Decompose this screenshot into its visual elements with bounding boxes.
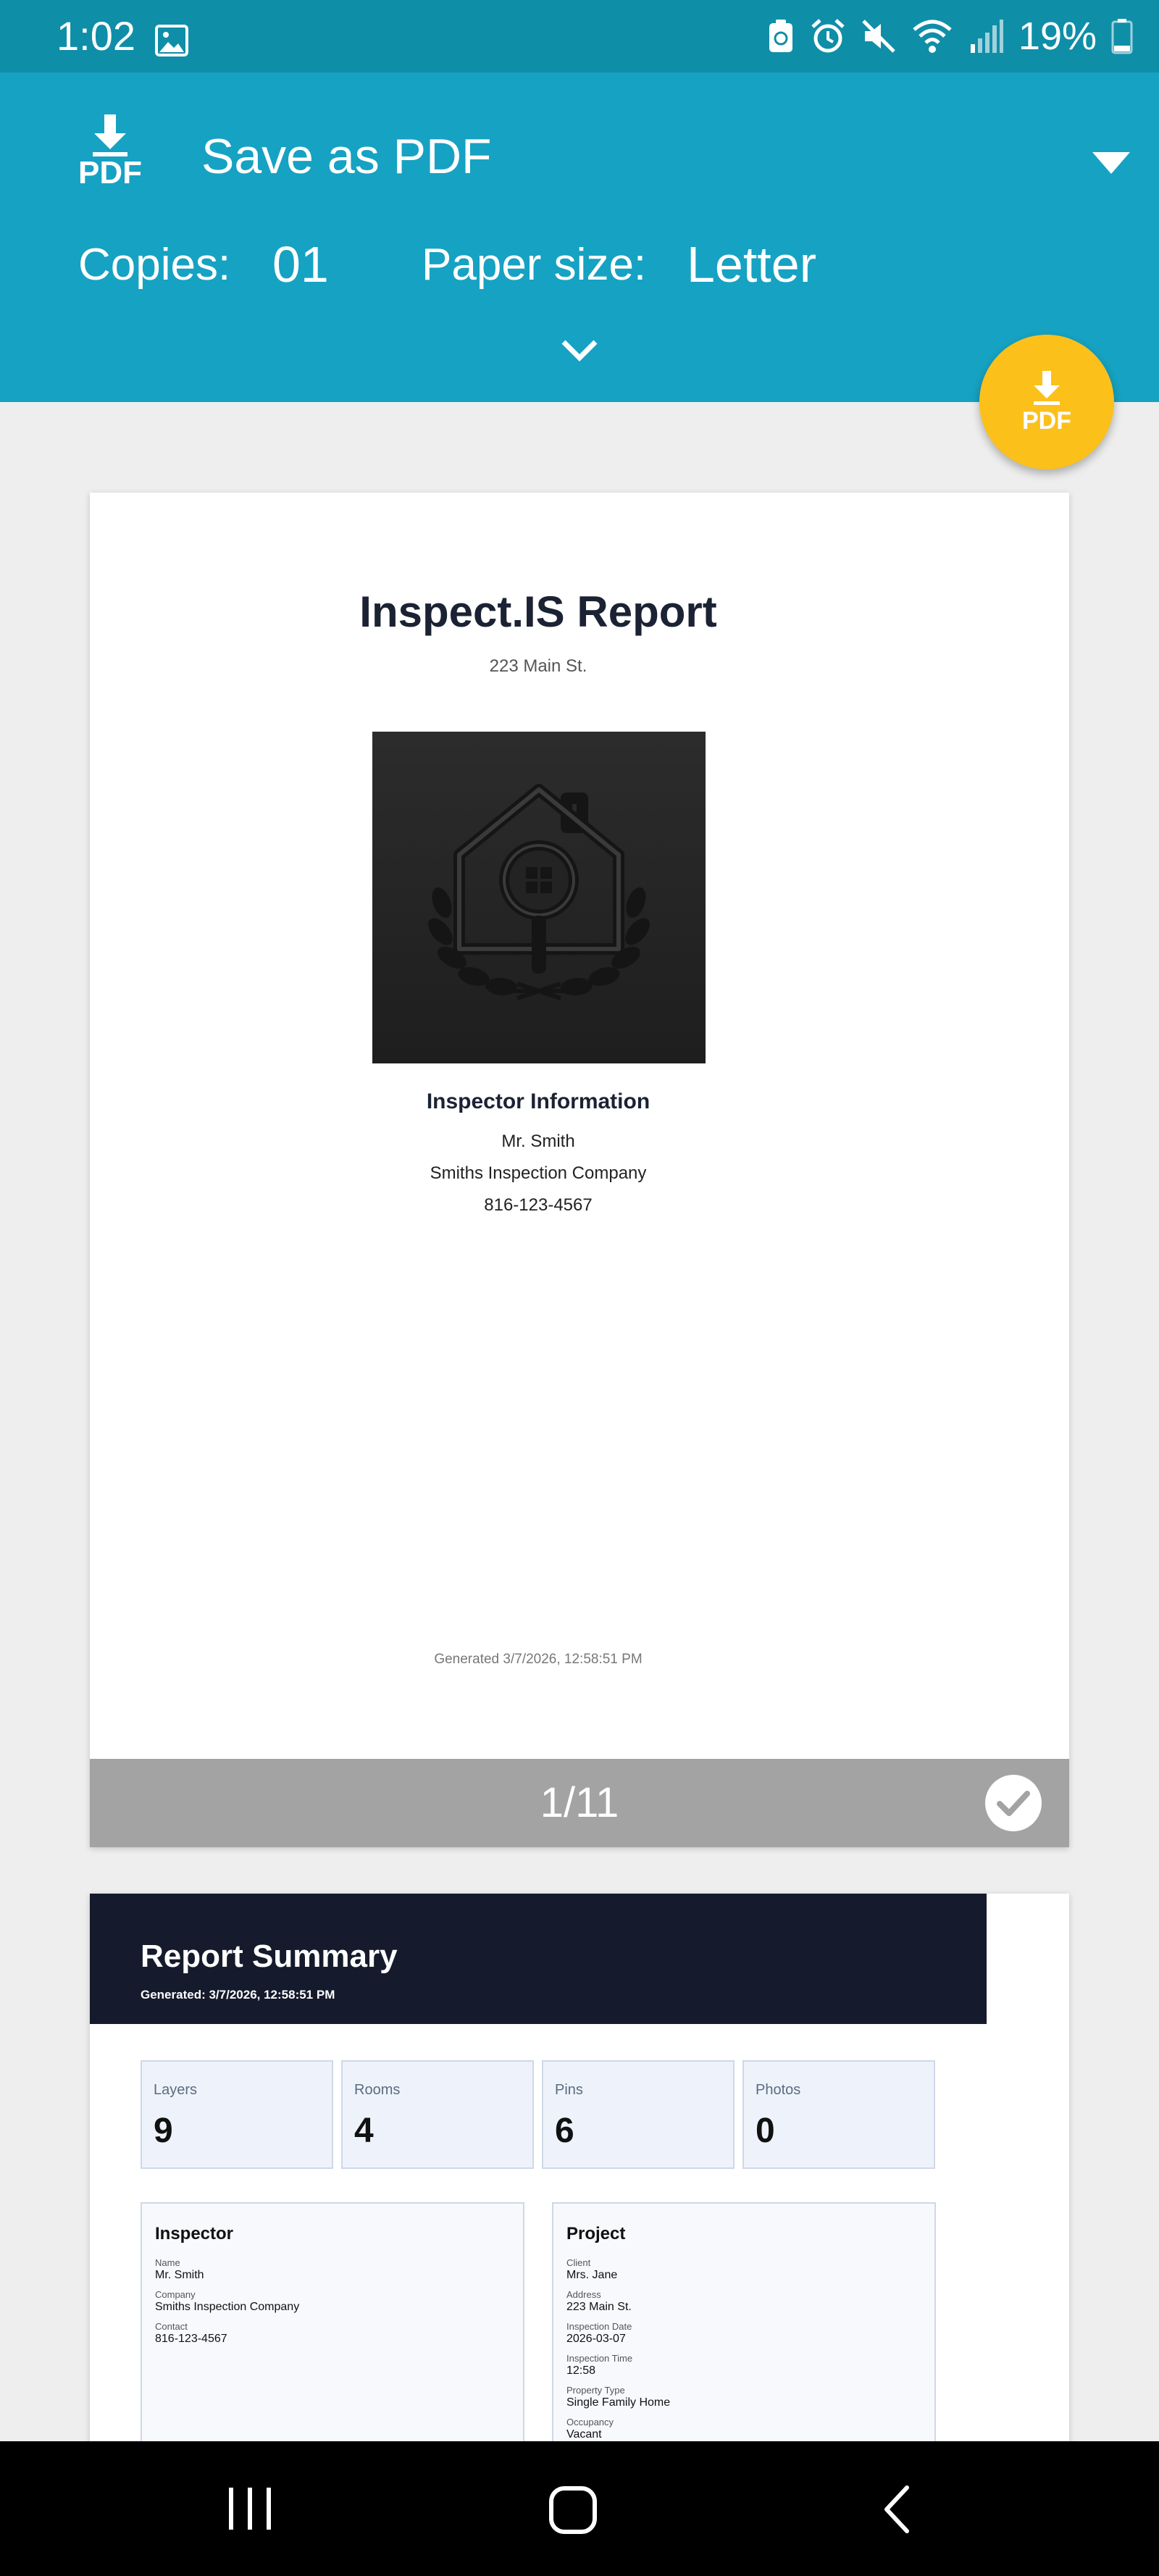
- inspector-name: Mr. Smith: [501, 1132, 575, 1151]
- pdf-logo-text: PDF: [78, 155, 142, 191]
- home-icon[interactable]: [548, 2485, 598, 2535]
- destination-selector[interactable]: Save as PDF: [201, 127, 492, 185]
- inspector-phone: 816-123-4567: [484, 1195, 593, 1215]
- stat-value: 6: [555, 2112, 574, 2150]
- stat-card-pins: Pins 6: [542, 2060, 735, 2169]
- stat-card-rooms: Rooms 4: [341, 2060, 534, 2169]
- field-label: Company: [155, 2289, 196, 2300]
- report-address: 223 Main St.: [489, 656, 587, 676]
- check-icon: [997, 1791, 1030, 1816]
- field-value: Mrs. Jane: [566, 2269, 618, 2281]
- back-icon[interactable]: [879, 2483, 916, 2535]
- image-notification-icon: [155, 25, 188, 57]
- paper-size-label: Paper size:: [422, 240, 647, 290]
- stat-value: 9: [154, 2112, 173, 2150]
- field-label: Property Type: [566, 2385, 625, 2396]
- paper-size-value[interactable]: Letter: [687, 236, 816, 293]
- field-label: Inspection Date: [566, 2321, 632, 2332]
- stat-label: Pins: [555, 2082, 583, 2098]
- pdf-download-logo: PDF: [72, 113, 148, 198]
- company-logo-image: [372, 732, 706, 1063]
- field-label: Contact: [155, 2321, 188, 2332]
- summary-title: Report Summary: [141, 1939, 398, 1974]
- page-indicator: 1/11: [540, 1779, 619, 1826]
- print-options-header: PDF Save as PDF Copies: 01 Paper size: L…: [0, 72, 1159, 402]
- alarm-icon: [811, 19, 845, 53]
- field-value: 223 Main St.: [566, 2301, 632, 2313]
- field-label: Name: [155, 2257, 180, 2268]
- status-icons: 19%: [766, 16, 1133, 57]
- inspector-info-heading: Inspector Information: [426, 1090, 650, 1113]
- field-value: Mr. Smith: [155, 2269, 204, 2281]
- mute-icon: [862, 20, 895, 53]
- report-title: Inspect.IS Report: [359, 587, 717, 636]
- page-preview-1[interactable]: Inspect.IS Report 223 Main St. Inspector…: [90, 493, 1069, 1847]
- copies-value[interactable]: 01: [272, 236, 329, 293]
- fab-label: PDF: [1022, 407, 1071, 435]
- copies-label: Copies:: [78, 240, 231, 290]
- stat-label: Rooms: [354, 2082, 401, 2098]
- download-pdf-button[interactable]: PDF: [979, 335, 1114, 469]
- inspector-company: Smiths Inspection Company: [430, 1163, 647, 1183]
- stat-value: 4: [354, 2112, 374, 2150]
- field-label: Inspection Time: [566, 2353, 633, 2364]
- battery-icon: [1111, 19, 1133, 54]
- inspector-card-title: Inspector: [155, 2224, 234, 2243]
- navigation-bar: [0, 2441, 1159, 2576]
- project-card-title: Project: [566, 2224, 626, 2243]
- summary-generated: Generated: 3/7/2026, 12:58:51 PM: [141, 1988, 335, 2002]
- field-value: Vacant: [566, 2428, 602, 2441]
- field-value: Single Family Home: [566, 2396, 671, 2409]
- field-value: Smiths Inspection Company: [155, 2301, 300, 2313]
- page-preview-2[interactable]: Report Summary Generated: 3/7/2026, 12:5…: [90, 1894, 1069, 2444]
- field-value: 12:58: [566, 2364, 596, 2377]
- battery-percent: 19%: [1018, 14, 1097, 58]
- generated-timestamp: Generated 3/7/2026, 12:58:51 PM: [434, 1652, 643, 1667]
- signal-icon: [970, 20, 1003, 53]
- wifi-icon: [913, 20, 952, 53]
- status-bar: 1:02 19%: [0, 0, 1159, 72]
- status-time: 1:02: [57, 13, 135, 59]
- stat-value: 0: [756, 2112, 775, 2150]
- stat-label: Photos: [756, 2082, 801, 2098]
- field-label: Client: [566, 2257, 591, 2268]
- recent-apps-icon[interactable]: [225, 2485, 275, 2533]
- dropdown-arrow-icon[interactable]: [1092, 152, 1130, 174]
- field-value: 2026-03-07: [566, 2333, 626, 2345]
- project-card: Project Client Mrs. Jane Address 223 Mai…: [552, 2202, 936, 2444]
- field-label: Address: [566, 2289, 601, 2300]
- page-selected-check-icon[interactable]: [985, 1775, 1042, 1831]
- summary-header: Report Summary Generated: 3/7/2026, 12:5…: [90, 1894, 987, 2024]
- inspector-card: Inspector Name Mr. Smith Company Smiths …: [141, 2202, 524, 2444]
- stat-card-photos: Photos 0: [742, 2060, 935, 2169]
- field-label: Occupancy: [566, 2417, 614, 2427]
- chevron-down-icon[interactable]: [559, 338, 600, 364]
- field-value: 816-123-4567: [155, 2333, 227, 2345]
- stat-card-layers: Layers 9: [141, 2060, 333, 2169]
- download-arrow-icon: [93, 114, 127, 156]
- page-footer-bar: 1/11: [90, 1759, 1069, 1847]
- stat-label: Layers: [154, 2082, 198, 2098]
- download-arrow-icon: [1034, 371, 1060, 405]
- house-inspection-logo-icon: [372, 732, 706, 1063]
- battery-saver-icon: [769, 20, 792, 52]
